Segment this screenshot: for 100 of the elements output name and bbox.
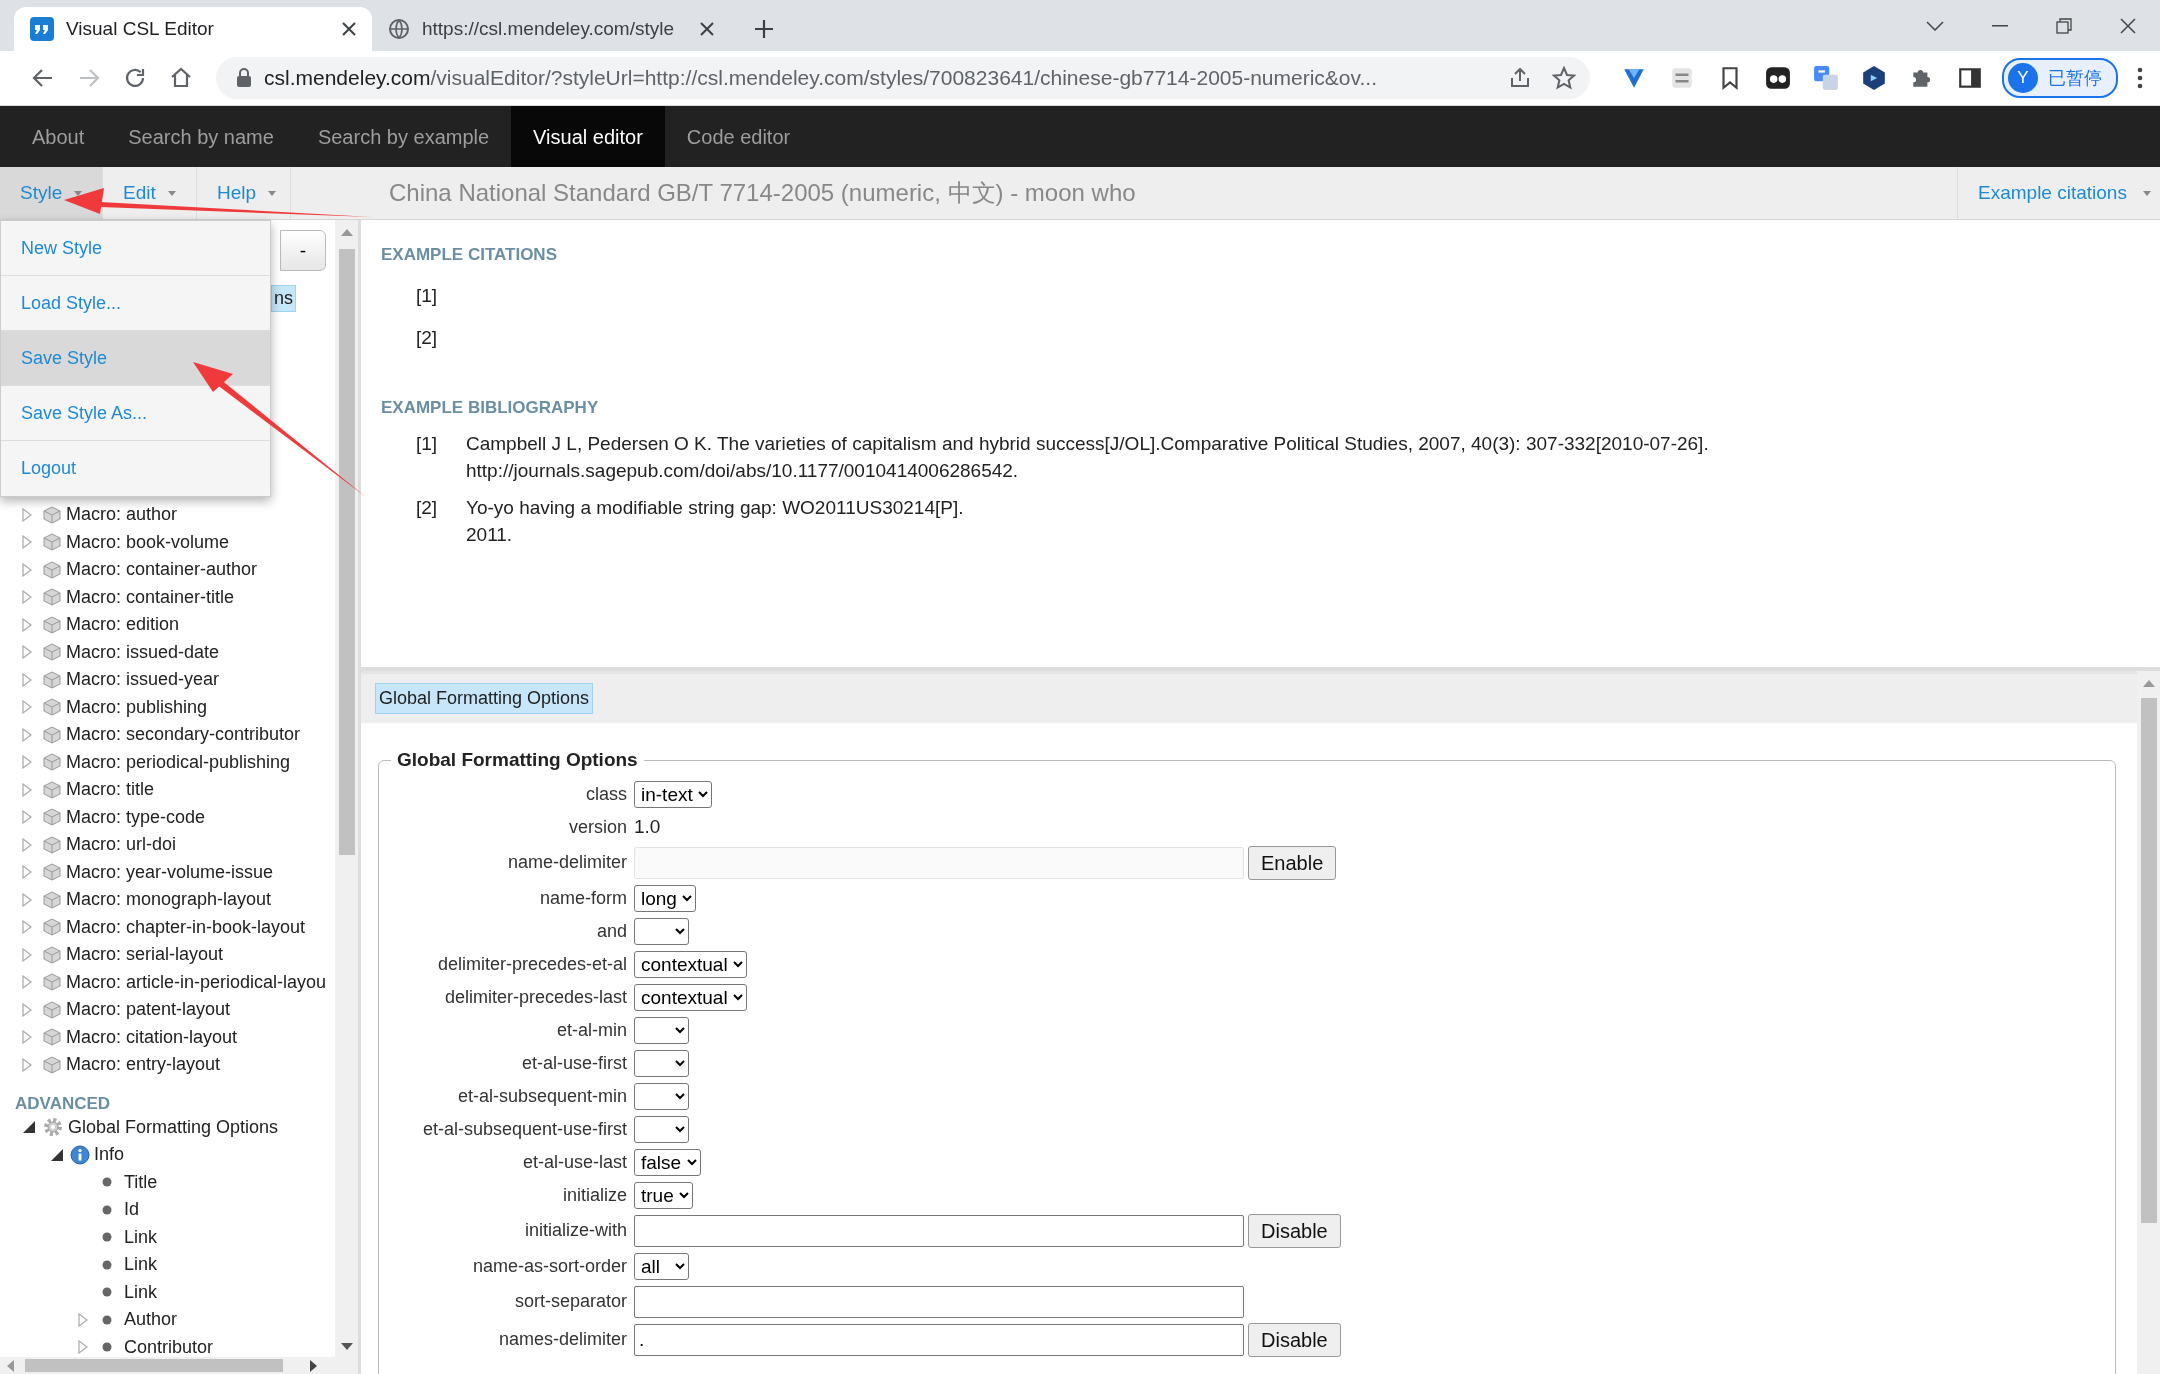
tree-item[interactable]: Macro: author (66, 501, 178, 529)
tree-item[interactable]: Macro: book-volume (66, 528, 230, 556)
collapsed-icon[interactable] (22, 892, 32, 907)
collapsed-icon[interactable] (22, 617, 32, 632)
collapsed-icon[interactable] (22, 920, 32, 935)
tree-item[interactable]: Macro: container-title (66, 583, 235, 611)
menu-icon[interactable] (2137, 67, 2143, 89)
scrollbar[interactable] (0, 1357, 358, 1374)
text-field[interactable] (634, 1214, 1244, 1247)
nav-link[interactable]: Search by name (106, 106, 296, 167)
text-field[interactable] (634, 1285, 1244, 1318)
collapsed-icon[interactable] (22, 837, 32, 852)
highlighted-node[interactable]: ns (271, 285, 296, 312)
address-field[interactable]: csl.mendeley.com/visualEditor/?styleUrl=http://csl.mendeley.com/styles/700823641/chinese-gb7714-2005-numeric&ov... (216, 57, 1590, 99)
tree-item[interactable]: Macro: chapter-in-book-layout (66, 913, 306, 941)
collapsed-icon[interactable] (22, 810, 32, 825)
close-icon[interactable] (700, 22, 714, 36)
glasses-icon[interactable] (1765, 65, 1791, 91)
star-icon[interactable] (1552, 66, 1576, 90)
tree-item[interactable]: Link (124, 1223, 158, 1251)
scrollbar[interactable] (335, 220, 358, 1357)
collapsed-icon[interactable] (22, 1057, 32, 1072)
right-arrow-icon[interactable] (309, 1358, 318, 1373)
nav-link[interactable]: Visual editor (511, 106, 665, 167)
text-field[interactable]: . (634, 1323, 1244, 1356)
collapsed-icon[interactable] (22, 947, 32, 962)
close-icon[interactable] (2120, 17, 2136, 34)
collapsed-icon[interactable] (22, 755, 32, 770)
tree-item[interactable]: Macro: periodical-publishing (66, 748, 291, 776)
tree-item[interactable]: Global Formatting Options (68, 1113, 279, 1141)
tree-item[interactable]: Id (124, 1196, 139, 1224)
tree-item[interactable]: Macro: patent-layout (66, 996, 231, 1024)
tree-item[interactable]: Macro: citation-layout (66, 1023, 238, 1051)
tree-item[interactable]: Macro: edition (66, 611, 180, 639)
expanded-icon[interactable] (50, 1147, 64, 1162)
scrollbar[interactable] (2137, 671, 2160, 1374)
dropdown[interactable]: contextual (634, 950, 747, 978)
tree-item[interactable]: Macro: entry-layout (66, 1051, 221, 1079)
tree-item[interactable]: Macro: secondary-contributor (66, 721, 301, 749)
dropdown[interactable]: all (634, 1252, 689, 1280)
tree-item[interactable]: Title (124, 1168, 158, 1196)
tree-item[interactable]: Link (124, 1251, 158, 1279)
dropdown[interactable]: false (634, 1148, 701, 1176)
expanded-icon[interactable] (22, 1120, 36, 1135)
tree-item[interactable]: Macro: title (66, 776, 155, 804)
panel-tab[interactable]: Global Formatting Options (375, 683, 594, 714)
tree-item[interactable]: Macro: issued-date (66, 638, 220, 666)
plus-icon[interactable] (754, 19, 774, 39)
hexagon-icon[interactable] (1861, 65, 1887, 91)
collapsed-icon[interactable] (22, 727, 32, 742)
collapsed-icon[interactable] (22, 700, 32, 715)
tree-item[interactable]: Macro: url-doi (66, 831, 177, 859)
minimize-icon[interactable] (1992, 24, 2008, 27)
collapsed-icon[interactable] (22, 507, 32, 522)
close-icon[interactable] (342, 22, 356, 36)
zip-icon[interactable] (1669, 65, 1695, 91)
collapsed-icon[interactable] (22, 1030, 32, 1045)
collapsed-icon[interactable] (22, 562, 32, 577)
up-arrow-icon[interactable] (2141, 679, 2156, 688)
restore-icon[interactable] (2056, 17, 2072, 34)
share-icon[interactable] (1508, 66, 1532, 90)
tree-item[interactable]: Macro: article-in-periodical-layou (66, 968, 327, 996)
nav-link[interactable]: Code editor (664, 106, 813, 167)
dropdown[interactable] (634, 1016, 689, 1044)
collapsed-icon[interactable] (22, 975, 32, 990)
side-panel-icon[interactable] (1957, 65, 1983, 91)
translate-icon[interactable] (1813, 65, 1839, 91)
tree-item[interactable]: Macro: type-code (66, 803, 206, 831)
tree-item[interactable]: Macro: publishing (66, 693, 208, 721)
remove-button[interactable]: - (280, 230, 326, 271)
down-arrow-icon[interactable] (339, 1342, 354, 1351)
dropdown[interactable] (634, 1082, 689, 1110)
tree-item[interactable]: Macro: container-author (66, 556, 258, 584)
tree-item[interactable]: Macro: serial-layout (66, 941, 224, 969)
collapsed-icon[interactable] (78, 1312, 88, 1327)
dropdown[interactable]: long (634, 884, 696, 912)
collapsed-icon[interactable] (22, 865, 32, 880)
collapsed-icon[interactable] (22, 535, 32, 550)
tree-item[interactable]: Link (124, 1278, 158, 1306)
collapsed-icon[interactable] (22, 672, 32, 687)
dropdown[interactable]: in-text (634, 780, 712, 808)
dropdown[interactable] (634, 917, 689, 945)
profile-pill[interactable]: Y 已暂停 (2002, 58, 2118, 98)
up-arrow-icon[interactable] (339, 228, 354, 237)
tree-item[interactable]: Contributor (124, 1333, 214, 1357)
toggle-button[interactable]: Disable (1248, 1322, 1341, 1357)
collapsed-icon[interactable] (22, 782, 32, 797)
browser-tab[interactable]: Visual CSL Editor (14, 7, 372, 51)
left-arrow-icon[interactable] (6, 1358, 15, 1373)
collapsed-icon[interactable] (78, 1340, 88, 1355)
tree-item[interactable]: Macro: issued-year (66, 666, 220, 694)
tree-item[interactable]: Macro: monograph-layout (66, 886, 272, 914)
collapsed-icon[interactable] (22, 1002, 32, 1017)
dropdown[interactable] (634, 1115, 689, 1143)
dropdown[interactable]: true (634, 1181, 693, 1209)
nav-link[interactable]: Search by example (295, 106, 512, 167)
tree-item[interactable]: Macro: year-volume-issue (66, 858, 274, 886)
tree-item[interactable]: Info (94, 1141, 125, 1169)
reload-icon[interactable] (123, 66, 147, 90)
collapsed-icon[interactable] (22, 590, 32, 605)
